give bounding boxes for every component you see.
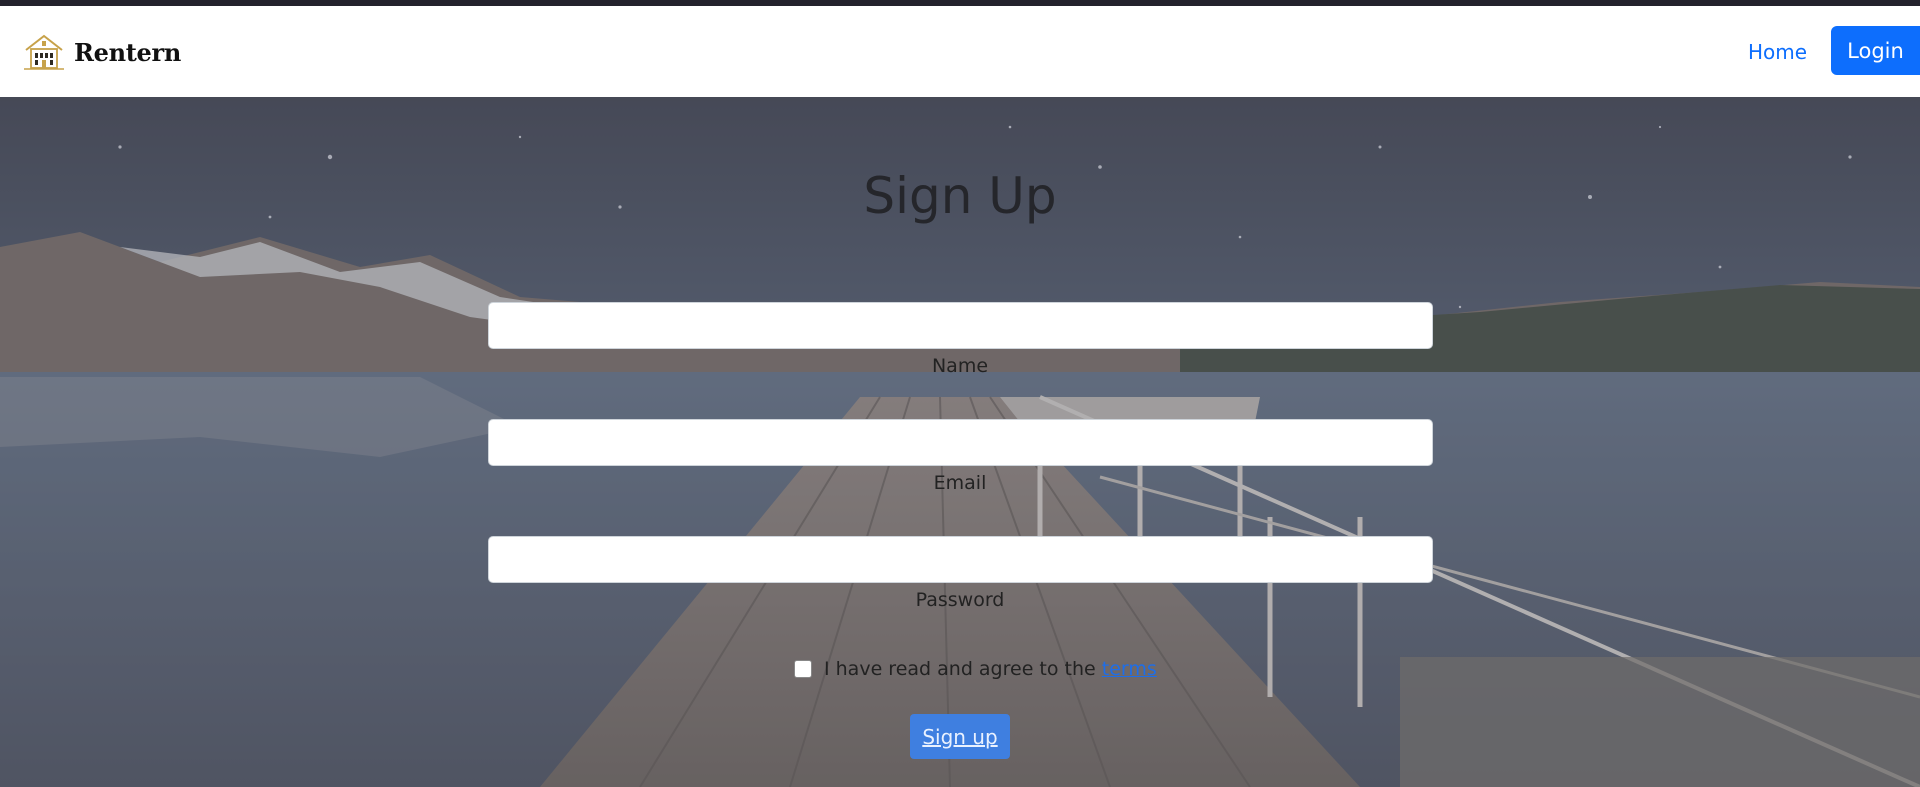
navbar: Rentern Home Login	[0, 6, 1920, 97]
terms-row: I have read and agree to the terms	[794, 658, 1157, 680]
terms-checkbox[interactable]	[794, 660, 812, 678]
terms-text: I have read and agree to the	[824, 658, 1096, 680]
email-label: Email	[933, 472, 987, 494]
page-title: Sign Up	[863, 167, 1057, 225]
building-logo-icon	[24, 34, 64, 70]
password-label: Password	[915, 589, 1005, 611]
name-label: Name	[931, 355, 989, 377]
brand-name: Rentern	[74, 37, 182, 67]
nav-home-link[interactable]: Home	[1748, 40, 1807, 64]
brand[interactable]: Rentern	[22, 32, 181, 72]
name-input[interactable]	[488, 302, 1433, 349]
signup-button[interactable]: Sign up	[910, 714, 1010, 759]
email-input[interactable]	[488, 419, 1433, 466]
password-input[interactable]	[488, 536, 1433, 583]
terms-link[interactable]: terms	[1102, 658, 1157, 680]
login-button[interactable]: Login	[1831, 26, 1920, 75]
signup-hero: Sign Up Name Email Password I have read …	[0, 97, 1920, 787]
